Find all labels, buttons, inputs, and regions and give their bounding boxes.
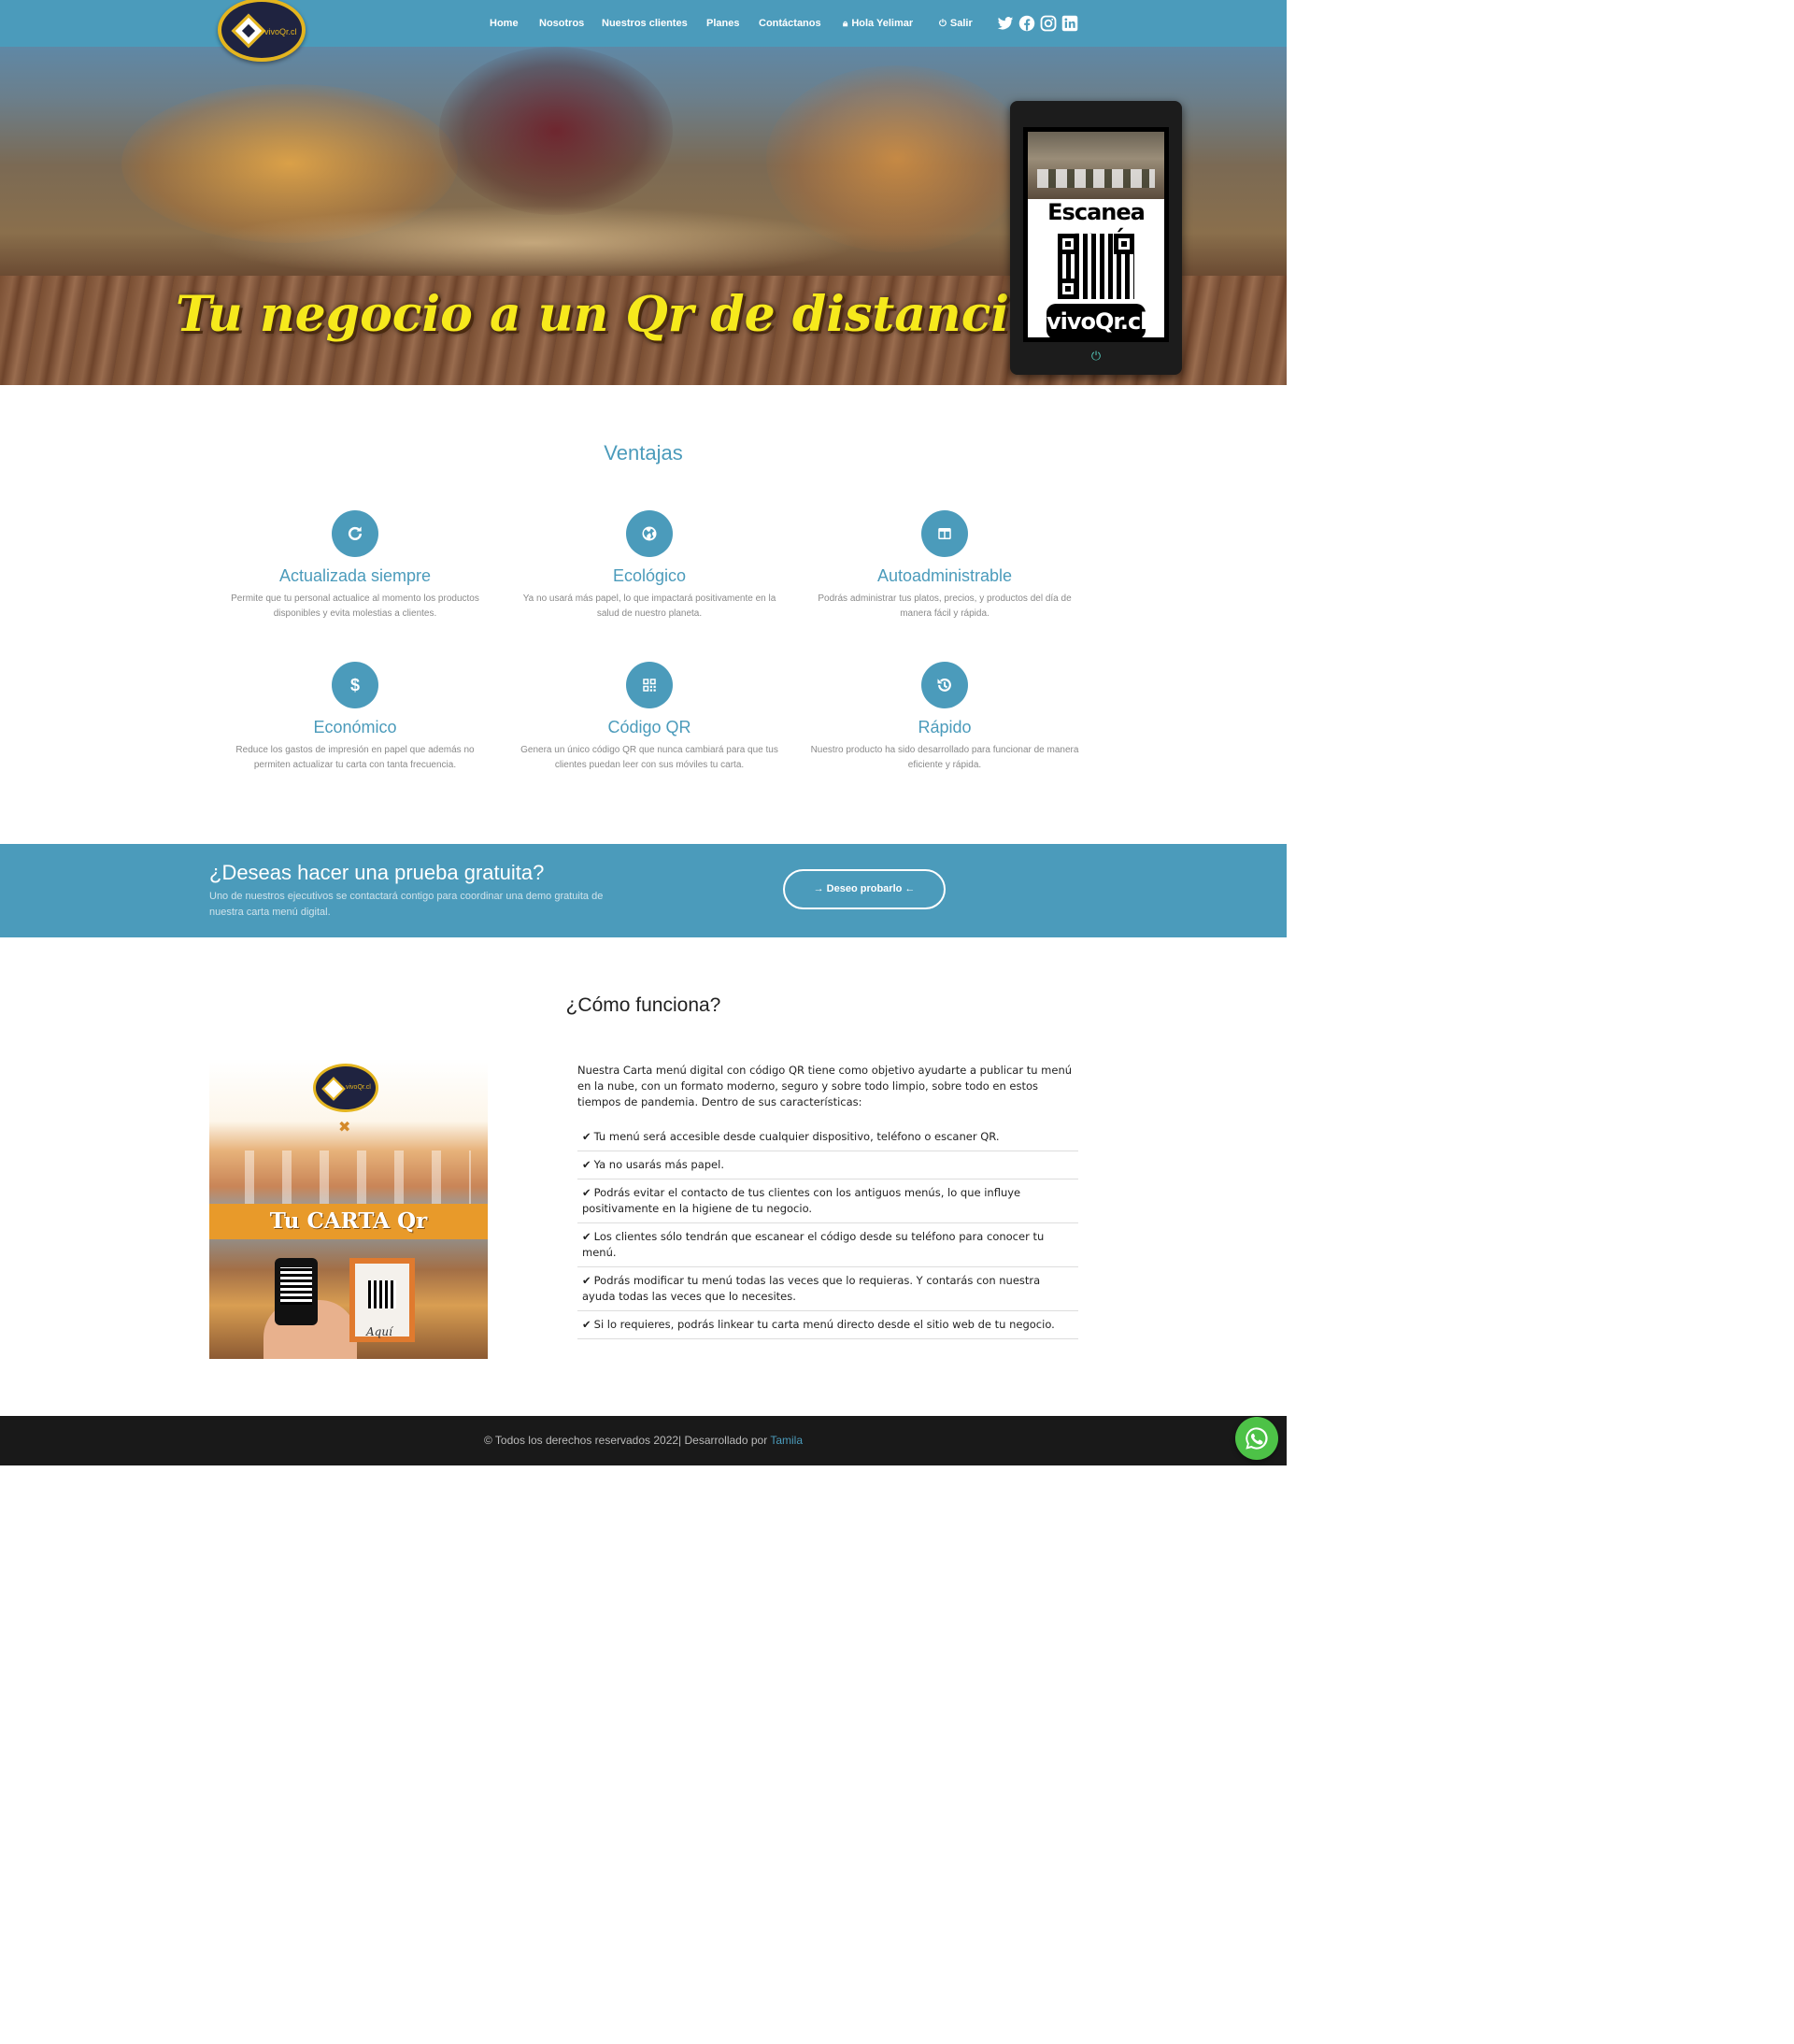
list-item: ✔ Si lo requieres, podrás linkear tu cart…	[577, 1311, 1078, 1339]
feature-text: Ya no usará más papel, lo que impactará …	[522, 593, 776, 619]
feature-text: Permite que tu personal actualice al mom…	[231, 593, 479, 619]
tablet-mockup: Escanea aquí vivoQr.cl ⏻	[1010, 101, 1182, 375]
whatsapp-icon	[1246, 1427, 1268, 1450]
phone-qr-icon	[275, 1258, 318, 1325]
check-icon: ✔	[582, 1230, 591, 1243]
check-icon: ✔	[582, 1274, 591, 1287]
list-item: ✔ Tu menú será accesible desde cualquier …	[577, 1123, 1078, 1151]
instagram-icon[interactable]	[1040, 15, 1057, 32]
trial-title: ¿Deseas hacer una prueba gratuita?	[209, 861, 545, 884]
nav-nosotros[interactable]: Nosotros	[539, 18, 584, 29]
image-logo: vivoQr.cl	[313, 1064, 378, 1112]
feature-title: Autoadministrable	[876, 566, 1013, 585]
nav-planes[interactable]: Planes	[706, 18, 739, 29]
history-icon	[921, 662, 968, 708]
arrow-right-icon: →	[813, 883, 824, 894]
tablet-power-icon: ⏻	[1090, 349, 1102, 363]
nav-logout[interactable]: ⏻ Salir	[939, 18, 973, 29]
como-funciona-title: ¿Cómo funciona?	[565, 994, 721, 1016]
feature-actualizada: Actualizada siempre Permite que tu perso…	[220, 510, 491, 622]
twitter-icon[interactable]	[997, 15, 1014, 32]
features-list: ✔ Tu menú será accesible desde cualquier …	[577, 1123, 1078, 1339]
brand-logo[interactable]: vivoQr.cl	[218, 0, 306, 62]
list-item: ✔ Podrás evitar el contacto de tus client…	[577, 1179, 1078, 1223]
logo-text: vivoQr.cl	[264, 27, 297, 36]
footer-copyright: © Todos los derechos reservados 2022| De…	[483, 1434, 768, 1447]
power-icon: ⏻	[939, 19, 947, 29]
logo-mark-icon	[231, 13, 266, 49]
ventajas-title: Ventajas	[604, 441, 683, 465]
feature-text: Nuestro producto ha sido desarrollado pa…	[810, 745, 1079, 770]
whatsapp-button[interactable]	[1235, 1417, 1278, 1460]
try-demo-button[interactable]: → Deseo probarlo ←	[783, 869, 946, 909]
nav-clientes[interactable]: Nuestros clientes	[602, 18, 688, 29]
feature-ecologico: Ecológico Ya no usará más papel, lo que …	[514, 510, 785, 622]
feature-text: Podrás administrar tus platos, precios, …	[818, 593, 1072, 619]
hero-bg-glass	[439, 47, 673, 215]
nav-home[interactable]: Home	[490, 18, 519, 29]
qr-icon	[626, 662, 673, 708]
hero-bg-plate	[206, 206, 860, 280]
feature-codigo-qr: Código QR Genera un único código QR que …	[514, 662, 785, 773]
linkedin-icon[interactable]	[1061, 15, 1078, 32]
tablet-brand: vivoQr.cl	[1046, 304, 1147, 339]
feature-economico: $ Económico Reduce los gastos de impresi…	[220, 662, 491, 773]
layout-icon	[921, 510, 968, 557]
image-banner: Tu CARTA Qr	[209, 1204, 488, 1239]
feature-title: Código QR	[607, 718, 691, 736]
feature-title: Ecológico	[612, 566, 687, 585]
list-item: ✔ Los clientes sólo tendrán que escanear …	[577, 1223, 1078, 1267]
qr-code-icon	[1058, 234, 1134, 299]
footer-author-link[interactable]: Tamila	[770, 1434, 803, 1447]
arrow-left-icon: ←	[904, 883, 916, 894]
hero-title: Tu negocio a un Qr de distancia	[176, 286, 1041, 343]
check-icon: ✔	[582, 1318, 591, 1331]
globe-icon	[626, 510, 673, 557]
refresh-icon	[332, 510, 378, 557]
facebook-icon[interactable]	[1018, 15, 1035, 32]
tablet-screen: Escanea aquí vivoQr.cl	[1023, 127, 1169, 342]
como-intro: Nuestra Carta menú digital con código QR…	[577, 1064, 1073, 1108]
como-funciona-content: Nuestra Carta menú digital con código QR…	[577, 1063, 1078, 1339]
list-item: ✔ Podrás modificar tu menú todas las vece…	[577, 1267, 1078, 1311]
navbar: vivoQr.cl Home Nosotros Nuestros cliente…	[0, 0, 1287, 62]
feature-title: Rápido	[918, 718, 972, 736]
feature-text: Genera un único código QR que nunca camb…	[520, 745, 778, 770]
feature-text: Reduce los gastos de impresión en papel …	[235, 745, 475, 770]
trial-banner: ¿Deseas hacer una prueba gratuita? Uno d…	[0, 844, 1287, 937]
nav-user[interactable]: 🔒︎ Hola Yelimar	[843, 18, 913, 29]
check-icon: ✔	[582, 1186, 591, 1199]
list-item: ✔ Ya no usarás más papel.	[577, 1151, 1078, 1179]
trial-text: Uno de nuestros ejecutivos se contactará…	[209, 891, 604, 918]
feature-title: Económico	[313, 718, 397, 736]
image-stand-text: Aquí	[366, 1325, 392, 1338]
nav-contacto[interactable]: Contáctanos	[759, 18, 821, 29]
lock-icon: 🔒︎	[843, 19, 848, 29]
dollar-icon: $	[332, 662, 378, 708]
image-glasses	[228, 1151, 471, 1207]
feature-autoadministrable: Autoadministrable Podrás administrar tus…	[809, 510, 1080, 622]
nav-user-label: Hola Yelimar	[851, 18, 914, 29]
carta-qr-image: vivoQr.cl ✖ Tu CARTA Qr Aquí	[209, 1062, 488, 1359]
check-icon: ✔	[582, 1158, 591, 1171]
restaurant-photo	[1028, 132, 1164, 199]
nav-logout-label: Salir	[949, 18, 973, 29]
cutlery-icon: ✖	[338, 1120, 351, 1136]
check-icon: ✔	[582, 1130, 591, 1143]
try-demo-label: Deseo probarlo	[826, 883, 903, 894]
feature-rapido: Rápido Nuestro producto ha sido desarrol…	[809, 662, 1080, 773]
footer: © Todos los derechos reservados 2022| De…	[0, 1416, 1287, 1465]
feature-title: Actualizada siempre	[278, 566, 432, 585]
